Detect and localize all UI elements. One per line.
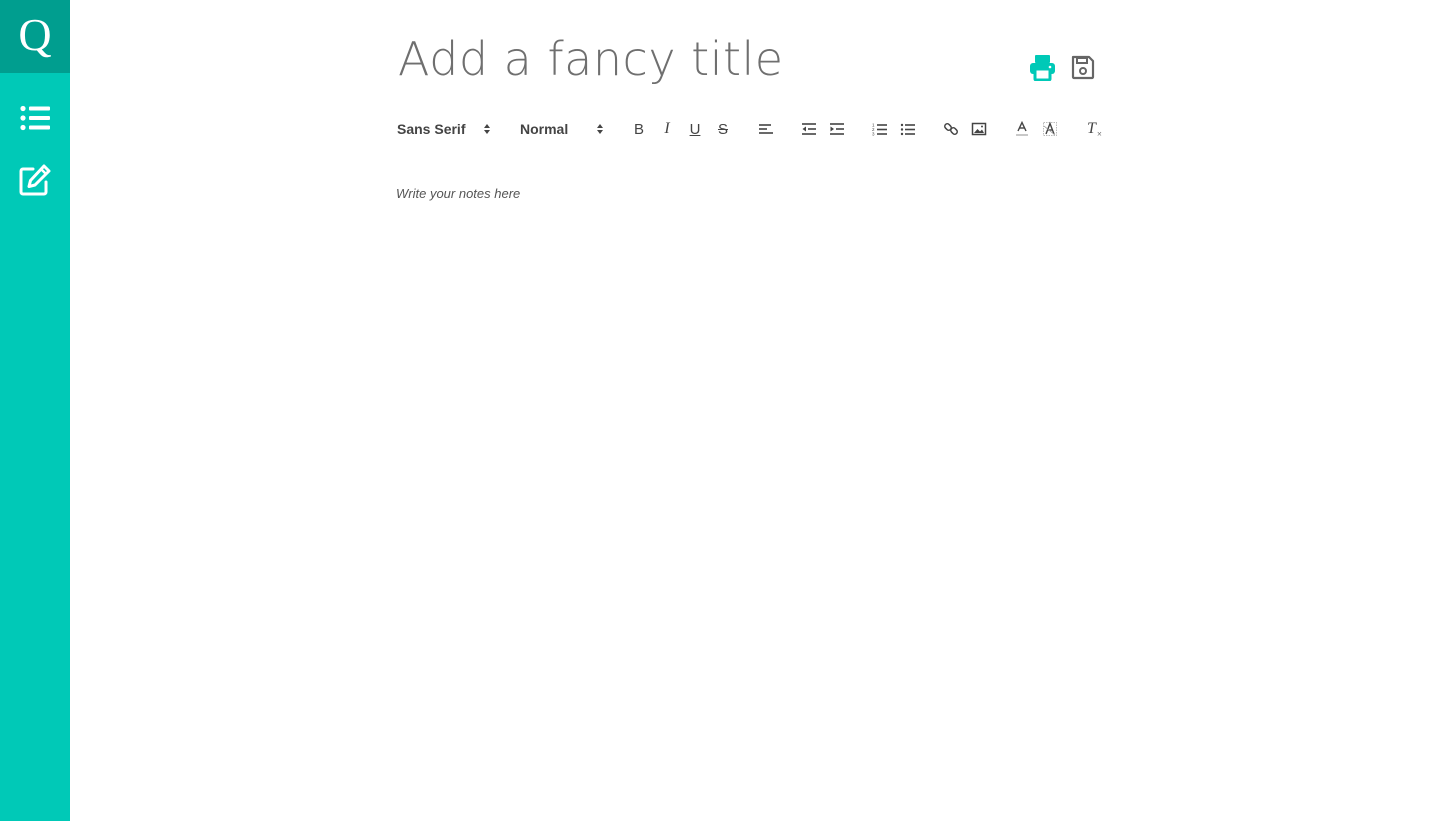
svg-text:3: 3 (872, 132, 875, 137)
background-color-icon (1043, 121, 1057, 136)
strikethrough-button[interactable]: S (713, 119, 733, 139)
strikethrough-icon: S (717, 120, 728, 138)
clear-x-mark: × (1096, 129, 1102, 139)
sort-arrows-icon (597, 124, 603, 134)
bullet-list-button[interactable] (898, 119, 918, 139)
italic-button[interactable]: I (657, 119, 677, 139)
edit-note-icon (19, 164, 51, 196)
font-family-value: Sans Serif (397, 121, 466, 137)
new-note-button[interactable] (17, 162, 53, 198)
indent-button[interactable] (827, 119, 847, 139)
outdent-button[interactable] (799, 119, 819, 139)
clear-formatting-letter: T (1087, 120, 1096, 137)
outdent-icon (802, 123, 816, 135)
ordered-list-button[interactable]: 1 2 3 (870, 119, 890, 139)
notes-list-button[interactable] (17, 100, 53, 136)
clear-formatting-icon: T× (1087, 120, 1102, 139)
align-button[interactable] (756, 119, 776, 139)
text-color-button[interactable] (1012, 119, 1032, 139)
image-button[interactable] (969, 119, 989, 139)
sort-arrows-icon (484, 124, 490, 134)
font-size-value: Normal (520, 121, 569, 137)
indent-icon (830, 123, 844, 135)
note-editor[interactable]: Write your notes here (396, 186, 1102, 786)
underline-icon: U (689, 120, 701, 138)
font-size-select[interactable]: Normal (520, 119, 606, 139)
link-icon (944, 123, 958, 135)
clear-formatting-button[interactable]: T× (1084, 119, 1104, 139)
align-left-icon (759, 124, 773, 134)
note-title-input[interactable] (398, 28, 998, 90)
save-button[interactable] (1069, 52, 1097, 82)
editor-placeholder: Write your notes here (396, 186, 521, 201)
font-family-select[interactable]: Sans Serif (397, 119, 493, 139)
text-color-icon (1016, 121, 1028, 136)
save-icon (1071, 55, 1095, 79)
image-icon (971, 122, 987, 136)
underline-button[interactable]: U (685, 119, 705, 139)
bold-button[interactable]: B (629, 119, 649, 139)
sidebar: Q (0, 0, 70, 821)
bold-icon: B (633, 120, 644, 138)
app-logo[interactable]: Q (0, 0, 70, 73)
print-icon (1029, 54, 1055, 81)
bullet-list-icon (900, 123, 915, 136)
print-button[interactable] (1028, 52, 1056, 82)
list-icon (20, 105, 50, 131)
link-button[interactable] (941, 119, 961, 139)
logo-letter: Q (18, 8, 52, 60)
italic-icon: I (664, 120, 670, 137)
background-color-button[interactable] (1040, 119, 1060, 139)
ordered-list-icon: 1 2 3 (872, 123, 887, 137)
